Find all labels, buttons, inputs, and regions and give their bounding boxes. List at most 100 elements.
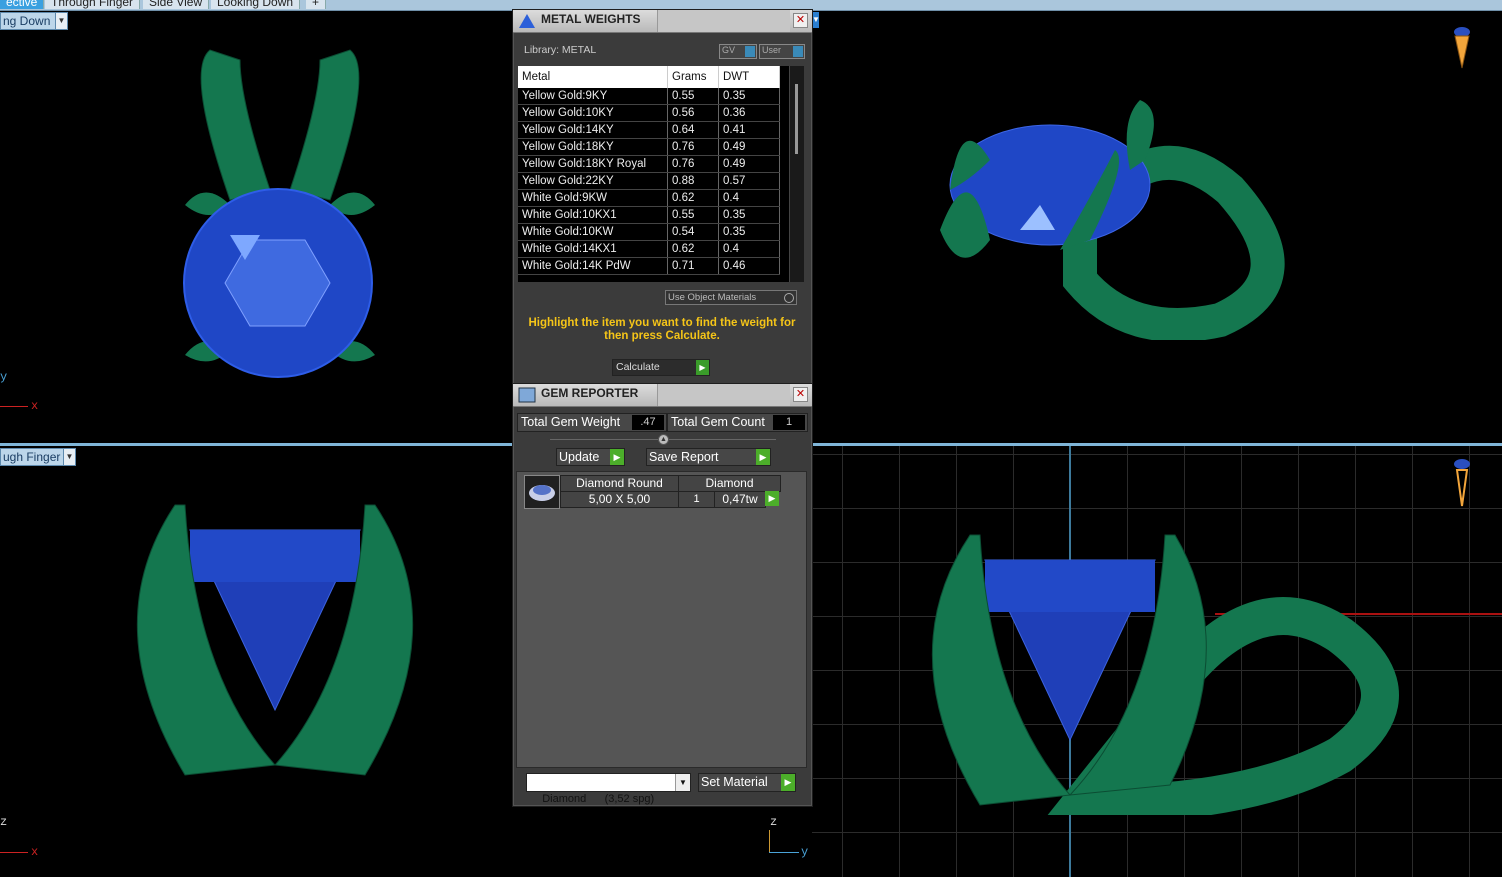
titlebar-spacer (657, 384, 790, 406)
toggle-knob-icon (745, 46, 755, 57)
model-view-bottom-left (136, 504, 414, 776)
gem-reporter-logo-icon (518, 387, 536, 403)
table-row[interactable]: White Gold:14KX1 0.62 0.4 (518, 240, 780, 258)
table-row[interactable]: White Gold:9KW 0.62 0.4 (518, 189, 780, 207)
metal-name-cell: White Gold:10KX1 (518, 206, 668, 224)
use-object-materials-toggle[interactable]: Use Object Materials (665, 290, 797, 305)
table-row[interactable]: Yellow Gold:18KY Royal 0.76 0.49 (518, 155, 780, 173)
material-select[interactable]: Diamond (3,52 spg) ▼ (526, 773, 691, 805)
save-report-label: Save Report (649, 450, 719, 464)
gv-label: GV (722, 45, 736, 55)
table-row[interactable]: Yellow Gold:14KY 0.64 0.41 (518, 121, 780, 139)
diamond-round-icon (529, 485, 555, 501)
dwt-cell: 0.35 (718, 88, 780, 105)
view-orientation-icon[interactable] (1450, 456, 1474, 510)
table-row[interactable]: Yellow Gold:18KY 0.76 0.49 (518, 138, 780, 156)
table-scrollbar[interactable] (789, 66, 804, 282)
tab-through-finger[interactable]: Through Finger (45, 0, 141, 9)
close-icon[interactable]: ✕ (793, 387, 808, 402)
dwt-cell: 0.49 (718, 155, 780, 173)
tab-add[interactable]: + (306, 0, 327, 9)
play-arrow-icon: ▶ (756, 449, 770, 465)
radio-icon (784, 293, 794, 303)
axis-label-y: y (0, 370, 8, 384)
material-select-value: Diamond (3,52 spg) (542, 793, 655, 805)
model-view-top-left (183, 49, 375, 378)
gem-reporter-titlebar[interactable]: GEM REPORTER ✕ (513, 384, 812, 407)
metal-table-container: Metal Grams DWT Yellow Gold:9KY 0.55 0.35 Y… (518, 66, 804, 282)
metal-name-cell: Yellow Gold:18KY Royal (518, 155, 668, 173)
view-orientation-icon[interactable] (1449, 24, 1475, 72)
close-icon[interactable]: ✕ (793, 13, 808, 28)
titlebar-spacer (657, 10, 790, 32)
dwt-cell: 0.35 (718, 206, 780, 224)
grams-cell: 0.55 (667, 206, 719, 224)
grams-cell: 0.76 (667, 138, 719, 156)
tab-perspective[interactable]: ective (0, 0, 45, 9)
axis-line-x (0, 406, 28, 407)
gv-toggle[interactable]: GV (719, 44, 757, 59)
table-row[interactable]: White Gold:10KX1 0.55 0.35 (518, 206, 780, 224)
metal-name-cell: White Gold:10KW (518, 223, 668, 241)
model-view-top-right (940, 100, 1285, 340)
metal-name-cell: White Gold:14KX1 (518, 240, 668, 258)
view-select-label: ugh Finger (3, 450, 61, 464)
gem-weight: 0,47tw (714, 491, 766, 508)
gem-shape: Diamond Round (560, 475, 679, 492)
dwt-cell: 0.46 (718, 257, 780, 275)
table-row[interactable]: White Gold:10KW 0.54 0.35 (518, 223, 780, 241)
tab-side-view[interactable]: Side View (143, 0, 210, 9)
gem-list: Diamond Round Diamond 5,00 X 5,00 1 0,47… (516, 471, 807, 768)
top-right-view-select[interactable]: ▼ (812, 12, 820, 28)
chevron-down-icon: ▼ (63, 449, 75, 465)
grams-cell: 0.62 (667, 240, 719, 258)
metal-name-cell: Yellow Gold:9KY (518, 88, 668, 105)
app-logo-icon (519, 14, 535, 28)
top-left-view-select[interactable]: ng Down ▼ (0, 12, 68, 30)
update-label: Update (559, 450, 600, 464)
axis-line-y (769, 852, 799, 853)
calculate-button[interactable]: Calculate ▶ (612, 359, 710, 376)
dwt-cell: 0.49 (718, 138, 780, 156)
metal-weights-panel: METAL WEIGHTS ✕ Library: METAL GV User M… (512, 9, 813, 385)
set-material-label: Set Material (701, 775, 768, 789)
gem-size: 5,00 X 5,00 (560, 491, 679, 508)
use-object-materials-label: Use Object Materials (668, 292, 757, 303)
grams-cell: 0.56 (667, 104, 719, 122)
column-header-dwt[interactable]: DWT (718, 66, 780, 88)
dwt-cell: 0.4 (718, 240, 780, 258)
table-row[interactable]: Yellow Gold:9KY 0.55 0.35 (518, 88, 780, 105)
user-toggle[interactable]: User (759, 44, 805, 59)
gem-material: Diamond (678, 475, 781, 492)
splitter-handle-icon[interactable]: ▲ (658, 434, 669, 445)
total-gem-count-field: Total Gem Count 1 (667, 413, 808, 432)
scrollbar-thumb[interactable] (795, 84, 798, 154)
table-row[interactable]: White Gold:14K PdW 0.71 0.46 (518, 257, 780, 275)
library-label: Library: METAL (524, 44, 597, 56)
axis-label-z: z (0, 815, 8, 829)
set-material-button[interactable]: Set Material ▶ (698, 773, 796, 792)
model-view-bottom-right (931, 534, 1399, 815)
column-header-metal[interactable]: Metal (518, 66, 668, 88)
bottom-left-view-select[interactable]: ugh Finger ▼ (0, 448, 76, 466)
table-row[interactable]: Yellow Gold:10KY 0.56 0.36 (518, 104, 780, 122)
grams-cell: 0.62 (667, 189, 719, 207)
dwt-cell: 0.57 (718, 172, 780, 190)
dwt-cell: 0.35 (718, 223, 780, 241)
play-arrow-icon[interactable]: ▶ (765, 491, 779, 506)
table-row[interactable]: Yellow Gold:22KY 0.88 0.57 (518, 172, 780, 190)
gem-list-item[interactable]: Diamond Round Diamond 5,00 X 5,00 1 0,47… (524, 475, 781, 509)
calculate-label: Calculate (616, 361, 660, 373)
metal-name-cell: Yellow Gold:10KY (518, 104, 668, 122)
metal-name-cell: Yellow Gold:18KY (518, 138, 668, 156)
metal-weights-titlebar[interactable]: METAL WEIGHTS ✕ (513, 10, 812, 33)
play-arrow-icon: ▶ (696, 360, 709, 375)
view-select-label: ng Down (3, 14, 51, 28)
total-gem-weight-value: .47 (632, 415, 664, 430)
metal-name-cell: White Gold:14K PdW (518, 257, 668, 275)
column-header-grams[interactable]: Grams (667, 66, 719, 88)
tab-looking-down[interactable]: Looking Down (211, 0, 301, 9)
metal-name-cell: Yellow Gold:14KY (518, 121, 668, 139)
save-report-button[interactable]: Save Report ▶ (646, 448, 771, 466)
update-button[interactable]: Update ▶ (556, 448, 625, 466)
